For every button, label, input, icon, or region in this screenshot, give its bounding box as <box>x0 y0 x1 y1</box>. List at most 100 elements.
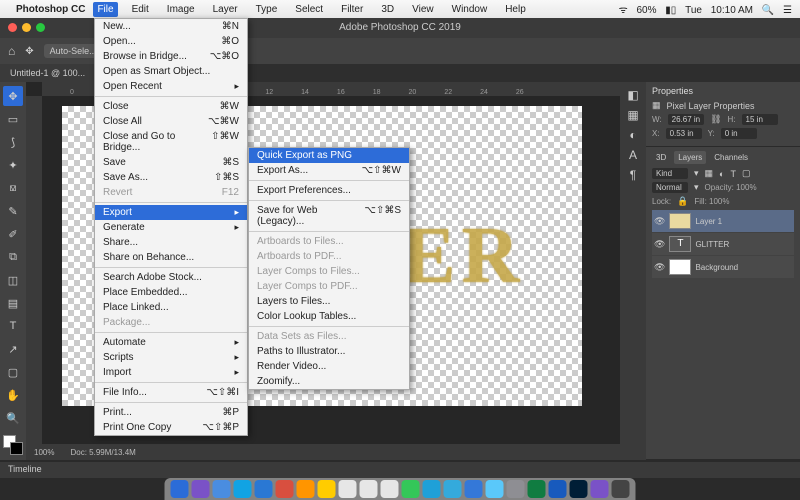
file-menu-item[interactable]: New...⌘N <box>95 19 247 34</box>
filter-shape-icon[interactable]: ▢ <box>742 168 751 179</box>
crop-tool[interactable]: ⟏ <box>3 178 23 198</box>
spotlight-icon[interactable]: 🔍 <box>762 5 774 16</box>
file-menu-item[interactable]: File Info...⌥⇧⌘I <box>95 385 247 400</box>
dock-app[interactable] <box>570 480 588 498</box>
file-menu-item[interactable]: Generate <box>95 220 247 235</box>
file-menu-item[interactable]: Open as Smart Object... <box>95 64 247 79</box>
opacity-label[interactable]: Opacity: 100% <box>705 183 757 192</box>
dock-app[interactable] <box>423 480 441 498</box>
file-menu-item[interactable]: Place Linked... <box>95 300 247 315</box>
color-panel-icon[interactable]: ◧ <box>627 88 638 102</box>
adjustments-panel-icon[interactable]: ◐ <box>629 128 636 142</box>
menu-file[interactable]: File <box>93 2 117 17</box>
dock-app[interactable] <box>465 480 483 498</box>
dock-app[interactable] <box>171 480 189 498</box>
filter-txt-icon[interactable]: T <box>730 169 736 179</box>
prop-width[interactable]: 26.67 in <box>668 114 704 125</box>
move-tool[interactable]: ✥ <box>3 86 23 106</box>
blend-mode[interactable]: Normal <box>652 182 688 193</box>
menu-image[interactable]: Image <box>163 2 199 17</box>
timeline-panel[interactable]: Timeline <box>0 462 800 478</box>
layer-row[interactable]: 👁Background <box>652 256 794 278</box>
type-tool[interactable]: T <box>3 316 23 336</box>
zoom-tool[interactable]: 🔍 <box>3 408 23 428</box>
export-menu-item[interactable]: Export As...⌥⇧⌘W <box>249 163 409 178</box>
layers-tab[interactable]: 3D <box>652 151 670 164</box>
layer-filter-kind[interactable]: Kind <box>652 168 688 179</box>
move-tool-icon[interactable]: ✥ <box>25 46 33 57</box>
file-menu-item[interactable]: Export <box>95 205 247 220</box>
zoom-level[interactable]: 100% <box>34 448 54 457</box>
visibility-icon[interactable]: 👁 <box>654 216 665 227</box>
filter-adj-icon[interactable]: ◐ <box>719 169 724 179</box>
wand-tool[interactable]: ✦ <box>3 155 23 175</box>
export-menu-item[interactable]: Paths to Illustrator... <box>249 344 409 359</box>
export-menu-item[interactable]: Layers to Files... <box>249 294 409 309</box>
dock-app[interactable] <box>507 480 525 498</box>
export-menu-item[interactable]: Render Video... <box>249 359 409 374</box>
color-swatches[interactable] <box>3 435 23 455</box>
link-icon[interactable]: ⛓ <box>710 114 721 125</box>
file-menu-item[interactable]: Automate <box>95 335 247 350</box>
dock-app[interactable] <box>318 480 336 498</box>
dock-app[interactable] <box>591 480 609 498</box>
eraser-tool[interactable]: ◫ <box>3 270 23 290</box>
dock-app[interactable] <box>255 480 273 498</box>
export-menu-item[interactable]: Zoomify... <box>249 374 409 389</box>
export-menu-item[interactable]: Quick Export as PNG <box>249 148 409 163</box>
file-menu-item[interactable]: Share... <box>95 235 247 250</box>
layer-row[interactable]: 👁TGLITTER <box>652 233 794 255</box>
eyedropper-tool[interactable]: ✎ <box>3 201 23 221</box>
dock-app[interactable] <box>360 480 378 498</box>
paragraph-panel-icon[interactable]: ¶ <box>630 168 636 182</box>
dock-app[interactable] <box>192 480 210 498</box>
export-menu-item[interactable]: Color Lookup Tables... <box>249 309 409 324</box>
close-window-button[interactable] <box>8 23 17 32</box>
dock-app[interactable] <box>612 480 630 498</box>
dock-app[interactable] <box>297 480 315 498</box>
visibility-icon[interactable]: 👁 <box>654 262 665 273</box>
dock-app[interactable] <box>549 480 567 498</box>
file-menu-item[interactable]: Save⌘S <box>95 155 247 170</box>
dock-app[interactable] <box>444 480 462 498</box>
prop-y[interactable]: 0 in <box>721 128 757 139</box>
file-menu-item[interactable]: Open Recent <box>95 79 247 94</box>
character-panel-icon[interactable]: A <box>629 148 637 162</box>
gradient-tool[interactable]: ▤ <box>3 293 23 313</box>
zoom-window-button[interactable] <box>36 23 45 32</box>
file-menu-item[interactable]: Import <box>95 365 247 380</box>
wifi-icon[interactable]: ᯤ <box>619 5 628 16</box>
dock-app[interactable] <box>486 480 504 498</box>
stamp-tool[interactable]: ⧉ <box>3 247 23 267</box>
file-menu-item[interactable]: Close⌘W <box>95 99 247 114</box>
dock-app[interactable] <box>213 480 231 498</box>
export-menu-item[interactable]: Save for Web (Legacy)...⌥⇧⌘S <box>249 203 409 229</box>
file-menu-item[interactable]: Print...⌘P <box>95 405 247 420</box>
visibility-icon[interactable]: 👁 <box>654 239 665 250</box>
prop-x[interactable]: 0.53 in <box>666 128 702 139</box>
dock-app[interactable] <box>528 480 546 498</box>
menu-select[interactable]: Select <box>291 2 327 17</box>
file-menu-item[interactable]: Save As...⇧⌘S <box>95 170 247 185</box>
shape-tool[interactable]: ▢ <box>3 362 23 382</box>
minimize-window-button[interactable] <box>22 23 31 32</box>
file-menu-item[interactable]: Search Adobe Stock... <box>95 270 247 285</box>
dock-app[interactable] <box>234 480 252 498</box>
file-menu-item[interactable]: Place Embedded... <box>95 285 247 300</box>
hand-tool[interactable]: ✋ <box>3 385 23 405</box>
menu-window[interactable]: Window <box>448 2 492 17</box>
document-tab[interactable]: Untitled-1 @ 100... <box>0 64 95 82</box>
file-menu-item[interactable]: Close All⌥⌘W <box>95 114 247 129</box>
file-menu-item[interactable]: Browse in Bridge...⌥⌘O <box>95 49 247 64</box>
home-icon[interactable]: ⌂ <box>8 44 15 58</box>
menu-3d[interactable]: 3D <box>377 2 398 17</box>
menu-edit[interactable]: Edit <box>128 2 153 17</box>
filter-img-icon[interactable]: ▦ <box>705 168 714 179</box>
fill-label[interactable]: Fill: 100% <box>694 197 729 206</box>
file-menu-item[interactable]: Open...⌘O <box>95 34 247 49</box>
marquee-tool[interactable]: ▭ <box>3 109 23 129</box>
swatches-panel-icon[interactable]: ▦ <box>627 108 638 122</box>
dock-app[interactable] <box>276 480 294 498</box>
menu-filter[interactable]: Filter <box>337 2 367 17</box>
export-menu-item[interactable]: Export Preferences... <box>249 183 409 198</box>
